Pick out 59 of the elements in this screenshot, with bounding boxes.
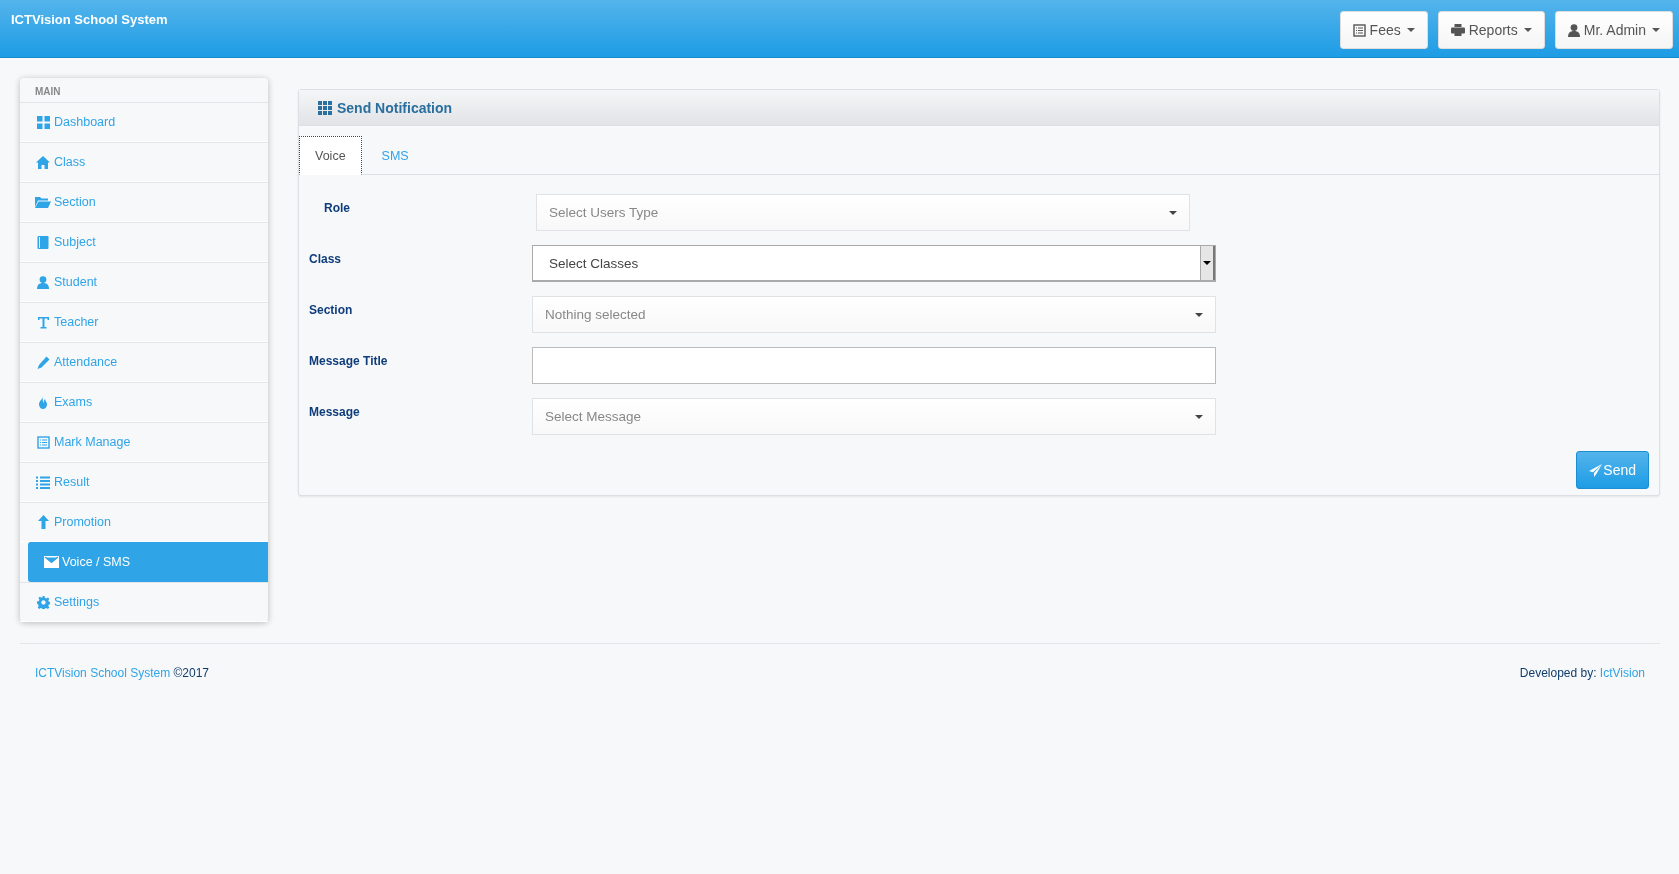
sidebar-item[interactable]: Mark Manage xyxy=(20,422,268,462)
caret-icon xyxy=(1652,28,1660,32)
input-field[interactable] xyxy=(532,347,1216,384)
sidebar-item[interactable]: Voice / SMS xyxy=(28,542,268,582)
app-title: ICTVision School System xyxy=(11,12,168,27)
panel-title: Send Notification xyxy=(337,99,453,116)
menu-dropdown-button[interactable]: Reports xyxy=(1437,11,1545,49)
sidebar-item[interactable]: Section xyxy=(20,182,268,222)
sidebar-item[interactable]: Teacher xyxy=(20,302,268,342)
printer-icon xyxy=(1450,24,1465,36)
user-icon xyxy=(1567,23,1580,37)
grid-icon xyxy=(35,115,51,129)
footer-link[interactable]: ICTVision School System xyxy=(35,666,171,680)
sidebar-item[interactable]: Student xyxy=(20,262,268,302)
sidebar-item[interactable]: Exams xyxy=(20,382,268,422)
settings-icon xyxy=(35,595,51,609)
folder-icon xyxy=(35,196,51,208)
sidebar-item[interactable]: Class xyxy=(20,142,268,182)
developer-credit: Developed by: IctVision xyxy=(1519,666,1645,680)
sidebar-heading: MAIN xyxy=(34,85,62,99)
sidebar-item[interactable]: Attendance xyxy=(20,342,268,382)
list-icon xyxy=(1352,23,1366,37)
send-button[interactable]: Send xyxy=(1576,451,1649,489)
envelope-icon xyxy=(43,556,59,568)
caret-icon xyxy=(1195,414,1203,419)
dropdown-select[interactable]: Select Users Type xyxy=(536,194,1190,231)
user-icon xyxy=(35,275,51,289)
field-label: Section xyxy=(308,302,354,317)
field-label: Role xyxy=(323,200,351,215)
menu-dropdown-button[interactable]: Fees xyxy=(1339,11,1428,49)
field-label: Message Title xyxy=(308,353,389,368)
menu-dropdown-button[interactable]: Mr. Admin xyxy=(1554,11,1673,49)
dropdown-select[interactable]: Nothing selected xyxy=(532,296,1216,333)
sidebar-item[interactable]: Settings xyxy=(20,582,268,622)
caret-icon xyxy=(1169,210,1177,215)
sidebar-item[interactable]: Result xyxy=(20,462,268,502)
caret-icon xyxy=(1406,28,1415,32)
copyright-text: ICTVision School System ©2017 xyxy=(35,666,210,680)
grid-icon xyxy=(318,100,332,115)
sidebar-item[interactable]: Dashboard xyxy=(20,102,268,142)
tab[interactable]: Voice xyxy=(299,136,362,175)
caret-icon xyxy=(1195,312,1203,317)
caret-icon xyxy=(1523,28,1532,32)
developer-link[interactable]: IctVision xyxy=(1599,666,1645,680)
text-icon xyxy=(35,315,51,329)
list-icon xyxy=(35,435,51,449)
dropdown-select[interactable]: Select Message xyxy=(532,398,1216,435)
field-label: Class xyxy=(308,251,343,266)
field-label: Message xyxy=(308,404,361,419)
list-icon xyxy=(35,475,51,489)
select-field[interactable]: Select Classes xyxy=(532,245,1216,282)
home-icon xyxy=(35,155,51,169)
sidebar-item[interactable]: Subject xyxy=(20,222,268,262)
caret-icon xyxy=(1203,261,1211,265)
up-arrow-icon xyxy=(35,515,51,529)
pencil-icon xyxy=(35,355,51,369)
book-icon xyxy=(35,235,51,249)
tab[interactable]: SMS xyxy=(365,136,425,175)
paper-plane-icon xyxy=(1589,463,1603,477)
